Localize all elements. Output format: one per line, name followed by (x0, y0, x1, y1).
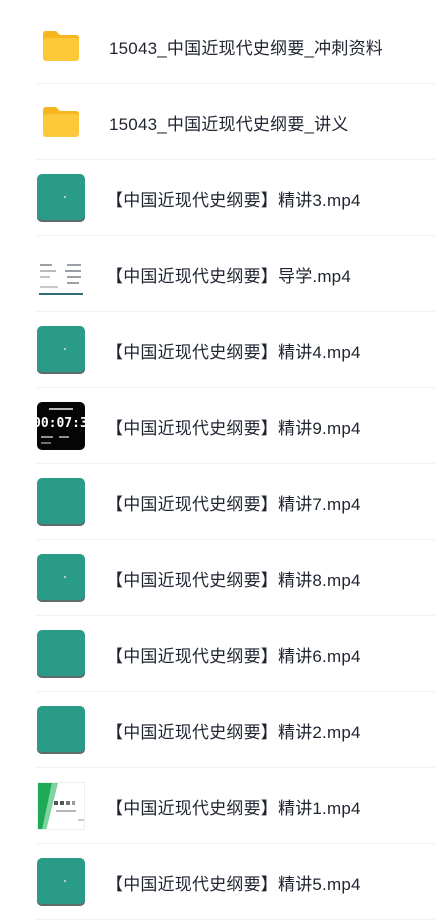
file-row-video[interactable]: 【中国近现代史纲要】导学.mp4 (0, 236, 435, 312)
video-thumbnail-icon (37, 706, 85, 754)
file-name: 15043_中国近现代史纲要_冲刺资料 (109, 38, 383, 58)
thumbnail-timer-text: 00:07:3 (37, 416, 85, 431)
video-thumbnail-icon (37, 250, 85, 298)
video-thumbnail-icon (37, 326, 85, 374)
file-row-video[interactable]: 【中国近现代史纲要】精讲4.mp4 (0, 312, 435, 388)
video-thumbnail-icon (37, 630, 85, 678)
file-row-video[interactable]: 【中国近现代史纲要】精讲6.mp4 (0, 616, 435, 692)
file-row-video[interactable]: 【中国近现代史纲要】精讲8.mp4 (0, 540, 435, 616)
file-name: 【中国近现代史纲要】精讲4.mp4 (106, 342, 361, 362)
file-name: 【中国近现代史纲要】导学.mp4 (106, 266, 351, 286)
folder-icon (37, 22, 85, 70)
file-row-video[interactable]: 【中国近现代史纲要】精讲7.mp4 (0, 464, 435, 540)
file-name: 【中国近现代史纲要】精讲1.mp4 (106, 798, 361, 818)
folder-icon (37, 98, 85, 146)
file-row-video[interactable]: 00:07:3 【中国近现代史纲要】精讲9.mp4 (0, 388, 435, 464)
video-thumbnail-icon: 00:07:3 (37, 402, 85, 450)
file-row-video[interactable]: 【中国近现代史纲要】精讲1.mp4 (0, 768, 435, 844)
file-name: 【中国近现代史纲要】精讲9.mp4 (106, 418, 361, 438)
video-thumbnail-icon (37, 554, 85, 602)
file-name: 【中国近现代史纲要】精讲6.mp4 (106, 646, 361, 666)
file-row-video[interactable]: 【中国近现代史纲要】精讲3.mp4 (0, 160, 435, 236)
file-row-folder-2[interactable]: 15043_中国近现代史纲要_讲义 (0, 84, 435, 160)
video-thumbnail-icon (37, 478, 85, 526)
video-thumbnail-icon (37, 858, 85, 906)
file-list: 15043_中国近现代史纲要_冲刺资料 15043_中国近现代史纲要_讲义 【中… (0, 0, 435, 924)
file-name: 【中国近现代史纲要】精讲7.mp4 (106, 494, 361, 514)
video-thumbnail-icon (37, 174, 85, 222)
file-name: 【中国近现代史纲要】精讲5.mp4 (106, 874, 361, 894)
file-name: 15043_中国近现代史纲要_讲义 (109, 114, 349, 134)
file-name: 【中国近现代史纲要】精讲3.mp4 (106, 190, 361, 210)
file-row-video[interactable]: 【中国近现代史纲要】精讲5.mp4 (0, 844, 435, 920)
video-thumbnail-icon (37, 782, 85, 830)
file-row-video[interactable]: 【中国近现代史纲要】精讲2.mp4 (0, 692, 435, 768)
file-row-folder-1[interactable]: 15043_中国近现代史纲要_冲刺资料 (0, 8, 435, 84)
file-name: 【中国近现代史纲要】精讲8.mp4 (106, 570, 361, 590)
file-name: 【中国近现代史纲要】精讲2.mp4 (106, 722, 361, 742)
